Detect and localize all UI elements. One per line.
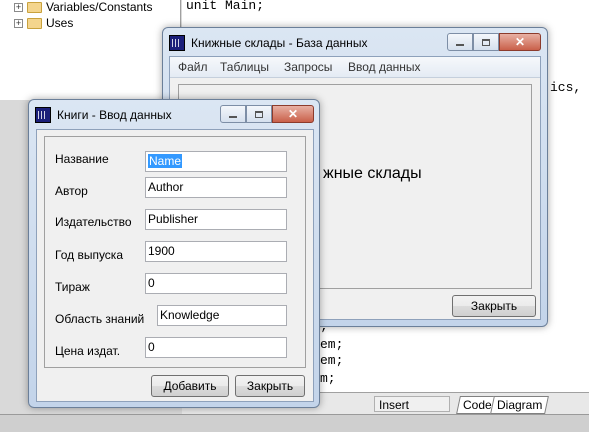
- maximize-button[interactable]: [473, 33, 499, 51]
- code-line: unit Main;: [186, 0, 265, 13]
- books-window-client: Название Name Автор Author Издательство …: [36, 129, 314, 402]
- books-close-button[interactable]: Закрыть: [235, 375, 305, 397]
- print-run-field[interactable]: 0: [145, 273, 287, 294]
- tab-diagram[interactable]: Diagram: [490, 396, 550, 414]
- add-button[interactable]: Добавить: [151, 375, 229, 397]
- label-print-run: Тираж: [55, 280, 90, 294]
- maximize-button[interactable]: [246, 105, 272, 123]
- close-window-button[interactable]: ✕: [272, 105, 314, 123]
- tree-item-label: Variables/Constants: [46, 0, 153, 14]
- code-line: ics, C: [550, 80, 582, 95]
- project-tree: + Variables/Constants + Uses: [0, 0, 181, 100]
- window-controls: ✕: [447, 33, 541, 51]
- close-icon: ✕: [287, 107, 299, 121]
- maximize-icon: [255, 110, 263, 118]
- expand-icon[interactable]: +: [14, 2, 23, 12]
- expand-icon[interactable]: +: [14, 18, 23, 28]
- label-title: Название: [55, 152, 109, 166]
- label-price: Цена издат.: [55, 344, 121, 358]
- code-line: em;: [320, 353, 344, 368]
- menu-file[interactable]: Файл: [178, 60, 208, 74]
- label-knowledge-area: Область знаний: [55, 312, 145, 326]
- folder-icon: [27, 17, 42, 29]
- label-year: Год выпуска: [55, 248, 123, 262]
- label-author: Автор: [55, 184, 88, 198]
- main-heading: жные склады: [323, 165, 422, 182]
- minimize-button[interactable]: [447, 33, 473, 51]
- title-field[interactable]: Name: [145, 151, 287, 172]
- menu-bar: Файл Таблицы Запросы Ввод данных: [170, 57, 540, 78]
- menu-data-entry[interactable]: Ввод данных: [348, 60, 421, 74]
- window-controls: ✕: [220, 105, 314, 123]
- label-publisher: Издательство: [55, 215, 132, 229]
- minimize-button[interactable]: [220, 105, 246, 123]
- minimize-icon: [456, 44, 464, 46]
- knowledge-area-field[interactable]: Knowledge: [157, 305, 287, 326]
- code-line: em;: [320, 337, 344, 352]
- main-window-title: Книжные склады - База данных: [191, 36, 368, 50]
- menu-queries[interactable]: Запросы: [284, 60, 332, 74]
- code-line: m;: [320, 371, 336, 386]
- close-window-button[interactable]: ✕: [499, 33, 541, 51]
- tree-item-label: Uses: [46, 16, 74, 30]
- price-field[interactable]: 0: [145, 337, 287, 358]
- folder-icon: [27, 1, 42, 13]
- publisher-field[interactable]: Publisher: [145, 209, 287, 230]
- app-icon: [35, 107, 51, 123]
- fields-panel: Название Name Автор Author Издательство …: [44, 136, 306, 368]
- tree-item-uses[interactable]: + Uses: [14, 15, 73, 31]
- year-field[interactable]: 1900: [145, 241, 287, 262]
- books-window: Книги - Ввод данных ✕ Название Name Авто…: [28, 99, 320, 408]
- author-field[interactable]: Author: [145, 177, 287, 198]
- maximize-icon: [482, 38, 490, 46]
- main-close-button[interactable]: Закрыть: [452, 295, 536, 317]
- tree-item-variables[interactable]: + Variables/Constants: [14, 0, 153, 15]
- minimize-icon: [229, 116, 237, 118]
- insert-mode-indicator: Insert: [374, 396, 450, 412]
- close-icon: ✕: [514, 35, 526, 49]
- books-window-title: Книги - Ввод данных: [57, 108, 172, 122]
- ide-bottom-strip: [0, 414, 589, 432]
- app-icon: [169, 35, 185, 51]
- menu-tables[interactable]: Таблицы: [220, 60, 269, 74]
